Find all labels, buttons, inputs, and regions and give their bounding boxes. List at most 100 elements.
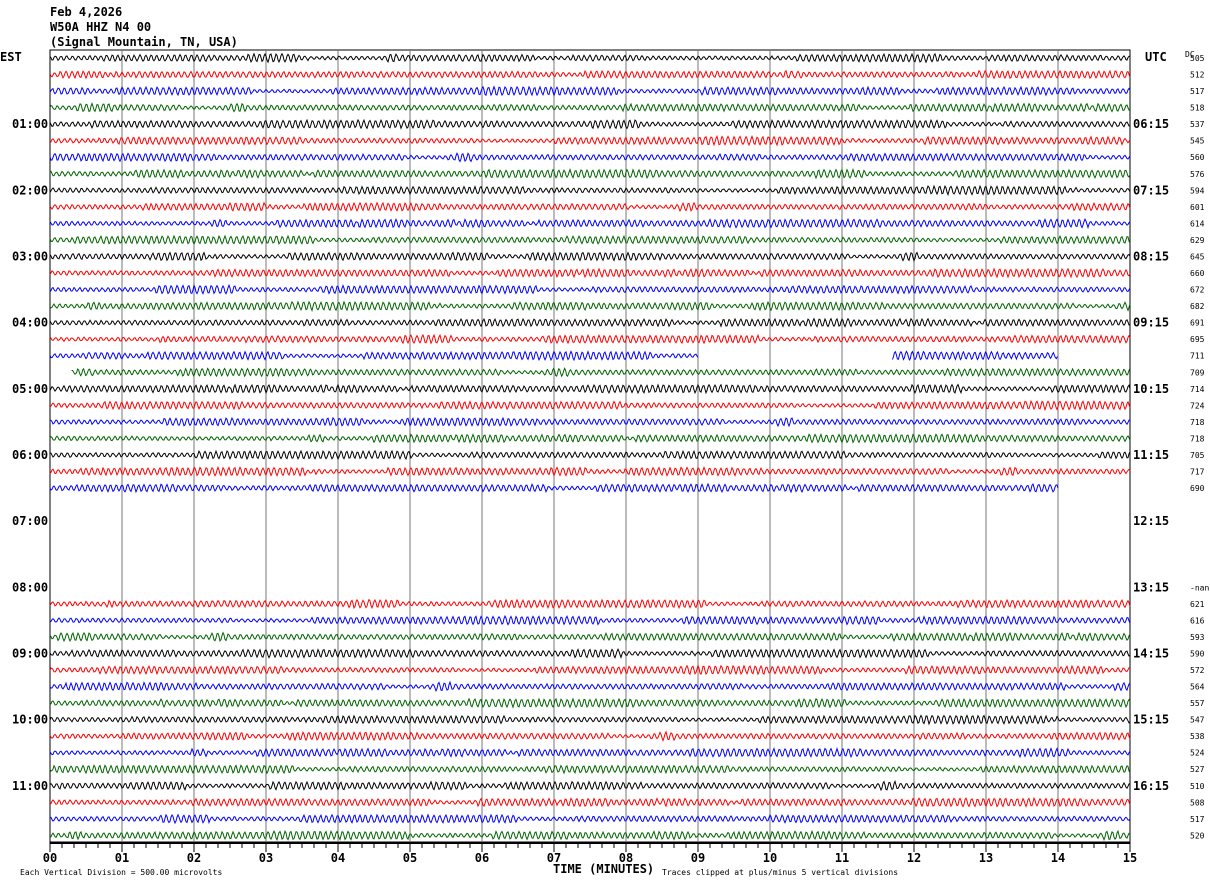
seismic-trace bbox=[49, 449, 1131, 461]
left-hour-label: 04:00 bbox=[12, 316, 48, 330]
helicorder-plot: EST UTC DC TIME (MINUTES) Each Vertical … bbox=[0, 49, 1209, 877]
seismic-trace bbox=[49, 118, 1131, 130]
right-timezone: UTC bbox=[1145, 50, 1167, 64]
dc-offset-label: 709 bbox=[1190, 368, 1205, 377]
dc-offset-label: 537 bbox=[1190, 120, 1205, 129]
seismic-trace bbox=[49, 184, 1131, 197]
left-hour-label: 01:00 bbox=[12, 117, 48, 131]
dc-offset-label: 527 bbox=[1190, 765, 1205, 774]
dc-offset-label: -nan bbox=[1190, 583, 1209, 592]
dc-offset-label: 510 bbox=[1190, 782, 1205, 791]
seismic-trace bbox=[49, 69, 1131, 80]
x-tick-label: 07 bbox=[547, 851, 561, 865]
seismic-trace bbox=[49, 796, 1131, 808]
x-axis-label: TIME (MINUTES) bbox=[553, 862, 654, 876]
dc-offset-label: 512 bbox=[1190, 71, 1205, 80]
seismic-trace bbox=[49, 813, 1131, 825]
x-tick-label: 15 bbox=[1123, 851, 1137, 865]
right-hour-label: 09:15 bbox=[1133, 316, 1169, 330]
seismic-trace bbox=[49, 598, 1131, 610]
dc-offset-label: 594 bbox=[1190, 186, 1205, 195]
seismic-trace bbox=[49, 631, 1131, 643]
seismic-trace bbox=[49, 283, 1131, 295]
dc-offset-label: 672 bbox=[1190, 286, 1205, 295]
x-tick-label: 09 bbox=[691, 851, 705, 865]
seismic-trace bbox=[49, 614, 1131, 626]
seismic-trace bbox=[49, 416, 1131, 428]
dc-offset-label: 590 bbox=[1190, 649, 1205, 658]
dc-offset-label: 682 bbox=[1190, 302, 1205, 311]
left-hour-label: 06:00 bbox=[12, 448, 48, 462]
left-hour-label: 07:00 bbox=[12, 514, 48, 528]
dc-offset-label: 517 bbox=[1190, 815, 1205, 824]
x-tick-label: 10 bbox=[763, 851, 777, 865]
seismic-trace bbox=[49, 251, 1131, 262]
dc-offset-label: 714 bbox=[1190, 385, 1205, 394]
dc-offset-label: 557 bbox=[1190, 699, 1205, 708]
scale-note: Each Vertical Division = 500.00 microvol… bbox=[20, 868, 222, 877]
seismic-trace bbox=[49, 465, 1131, 478]
dc-offset-label: 645 bbox=[1190, 252, 1205, 261]
right-hour-label: 10:15 bbox=[1133, 382, 1169, 396]
seismic-trace bbox=[49, 399, 1131, 412]
seismic-trace bbox=[49, 647, 1131, 659]
left-hour-label: 05:00 bbox=[12, 382, 48, 396]
seismic-trace bbox=[49, 152, 1131, 163]
dc-offset-label: 576 bbox=[1190, 170, 1205, 179]
seismic-trace bbox=[49, 333, 1131, 345]
dc-offset-label: 660 bbox=[1190, 269, 1205, 278]
seismic-trace bbox=[49, 779, 1131, 792]
dc-offset-label: 593 bbox=[1190, 633, 1205, 642]
dc-offset-label: 517 bbox=[1190, 87, 1205, 96]
dc-offset-label: 690 bbox=[1190, 484, 1205, 493]
seismic-trace bbox=[49, 85, 1131, 97]
dc-offset-label: 601 bbox=[1190, 203, 1205, 212]
x-tick-label: 00 bbox=[43, 851, 57, 865]
seismic-trace bbox=[49, 697, 1131, 709]
dc-offset-label: 705 bbox=[1190, 451, 1205, 460]
dc-offset-label: 614 bbox=[1190, 219, 1205, 228]
x-tick-label: 11 bbox=[835, 851, 849, 865]
dc-offset-label: 524 bbox=[1190, 749, 1205, 758]
dc-offset-label: 629 bbox=[1190, 236, 1205, 245]
x-tick-label: 14 bbox=[1051, 851, 1065, 865]
right-hour-label: 13:15 bbox=[1133, 580, 1169, 594]
dc-offset-label: 560 bbox=[1190, 153, 1205, 162]
seismic-trace bbox=[49, 217, 1131, 230]
x-tick-label: 12 bbox=[907, 851, 921, 865]
seismic-trace bbox=[49, 102, 1131, 113]
seismic-trace bbox=[71, 367, 1131, 378]
seismic-trace bbox=[49, 134, 1131, 147]
right-hour-label: 08:15 bbox=[1133, 249, 1169, 263]
dc-offset-label: 572 bbox=[1190, 666, 1205, 675]
seismic-trace bbox=[49, 267, 1131, 279]
x-tick-label: 05 bbox=[403, 851, 417, 865]
seismic-trace bbox=[49, 664, 1131, 676]
dc-offset-label: 724 bbox=[1190, 401, 1205, 410]
dc-offset-label: 505 bbox=[1190, 54, 1205, 63]
dc-offset-label: 616 bbox=[1190, 616, 1205, 625]
x-tick-label: 06 bbox=[475, 851, 489, 865]
seismic-trace bbox=[49, 383, 1131, 395]
dc-offset-label: 711 bbox=[1190, 352, 1205, 361]
x-tick-label: 13 bbox=[979, 851, 993, 865]
left-hour-label: 10:00 bbox=[12, 713, 48, 727]
seismic-trace bbox=[49, 829, 1131, 841]
seismic-trace bbox=[49, 317, 1131, 328]
dc-offset-label: 718 bbox=[1190, 434, 1205, 443]
left-hour-label: 09:00 bbox=[12, 646, 48, 660]
dc-offset-label: 520 bbox=[1190, 831, 1205, 840]
plot-frame bbox=[49, 49, 1131, 843]
dc-offset-label: 547 bbox=[1190, 716, 1205, 725]
right-hour-label: 06:15 bbox=[1133, 117, 1169, 131]
x-tick-label: 04 bbox=[331, 851, 345, 865]
seismic-trace bbox=[49, 52, 1131, 64]
seismic-trace bbox=[49, 433, 1131, 444]
right-hour-label: 14:15 bbox=[1133, 646, 1169, 660]
seismic-trace bbox=[49, 764, 1131, 775]
seismic-trace bbox=[49, 714, 1131, 726]
dc-offset-label: 621 bbox=[1190, 600, 1205, 609]
seismic-trace bbox=[49, 168, 1131, 180]
x-tick-label: 02 bbox=[187, 851, 201, 865]
seismic-trace bbox=[49, 300, 1131, 312]
